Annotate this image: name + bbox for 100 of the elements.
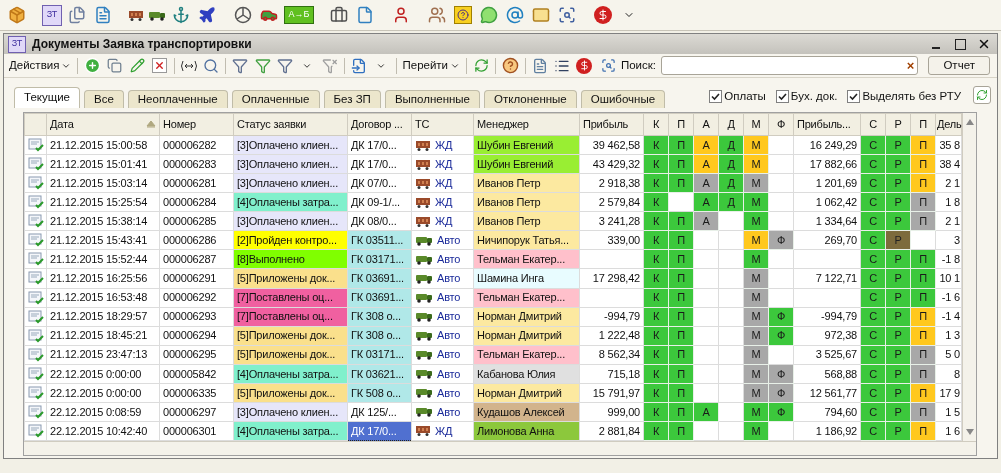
column-header[interactable]: П (668, 113, 694, 136)
column-header[interactable]: Статус заявки (233, 113, 348, 136)
table-cell: 1 062,42 (793, 192, 861, 212)
column-header[interactable]: Ф (768, 113, 794, 136)
table-cell: 1 5 (935, 402, 962, 422)
report-button[interactable]: Отчет (928, 56, 990, 75)
tab[interactable]: Выполненные (384, 90, 481, 108)
table-cell: 339,00 (579, 230, 644, 250)
transport-label: ЖД (435, 175, 453, 191)
help-icon[interactable] (452, 4, 474, 26)
horizontal-scrollbar[interactable] (24, 441, 976, 455)
checkbox[interactable] (847, 89, 861, 103)
table-cell: 3 525,67 (793, 345, 861, 365)
truck-icon (148, 9, 166, 21)
railcar-icon (128, 9, 144, 21)
table-cell: 21.12.2015 16:53:48 (46, 288, 160, 308)
scroll-down-icon[interactable] (965, 429, 974, 435)
column-header[interactable]: Д (718, 113, 744, 136)
document-check-icon (28, 271, 44, 286)
clear-search-button[interactable]: × (906, 59, 915, 72)
railcar-icon (415, 139, 431, 151)
search-field[interactable]: × (660, 56, 919, 75)
scroll-up-icon[interactable] (965, 119, 974, 125)
checkbox[interactable] (775, 89, 789, 103)
column-header[interactable]: П (910, 113, 936, 136)
search-label: Поиск: (620, 57, 656, 73)
transport-label: Авто (437, 385, 461, 401)
column-header[interactable]: Прибыль... (793, 113, 861, 136)
table-cell: 2 1 (935, 173, 962, 193)
transport-label: Авто (437, 290, 461, 306)
document-check-icon (28, 157, 44, 172)
document-check-icon (28, 366, 44, 381)
document-icon[interactable]: ЗТ (42, 4, 62, 26)
document-check-icon (28, 233, 44, 248)
column-header[interactable]: К (643, 113, 669, 136)
tab[interactable]: Без ЗП (323, 90, 381, 108)
table-cell: 269,70 (793, 230, 861, 250)
document-check-icon (28, 423, 44, 438)
table-cell: 000006291 (159, 268, 234, 288)
tab[interactable]: Ошибочные (580, 90, 666, 108)
transport-label: Авто (437, 309, 461, 325)
column-header[interactable]: Дата (46, 113, 160, 136)
goto-menu[interactable]: Перейти (400, 56, 463, 75)
table-cell: 1 6 (935, 421, 962, 441)
table-cell: 568,88 (793, 364, 861, 384)
document-check-icon (28, 290, 44, 305)
column-header[interactable]: Р (885, 113, 911, 136)
refresh-icon[interactable] (971, 83, 993, 106)
table-cell: 2 579,84 (579, 192, 644, 212)
tab[interactable]: Неоплаченные (127, 90, 228, 108)
checkbox-label: Выделять без РТУ (862, 88, 961, 104)
checkbox[interactable] (709, 89, 723, 103)
table-cell: 21.12.2015 15:52:44 (46, 249, 160, 269)
column-header[interactable]: Прибыль (579, 113, 644, 136)
railcar-icon (415, 177, 431, 189)
column-header[interactable]: Договор ... (347, 113, 412, 136)
column-header[interactable]: С (860, 113, 886, 136)
table-cell: 21.12.2015 15:25:54 (46, 192, 160, 212)
truck-icon (415, 406, 433, 418)
table-cell: 15 791,97 (579, 383, 644, 403)
email-icon[interactable] (504, 4, 526, 26)
column-header[interactable]: А (693, 113, 719, 136)
table-cell: 1 186,92 (793, 421, 861, 441)
column-header[interactable]: Дель (935, 113, 962, 136)
table-cell: -1 8 (935, 249, 962, 269)
column-header[interactable]: ТС (411, 113, 474, 136)
actions-menu[interactable]: Действия (7, 56, 74, 75)
truck-icon (415, 387, 433, 399)
truck-icon (415, 272, 433, 284)
column-header[interactable]: Менеджер (473, 113, 580, 136)
transport-label: Авто (437, 252, 461, 268)
dollar-icon[interactable] (592, 4, 614, 26)
tab[interactable]: Текущие (14, 87, 80, 108)
transport-label: Авто (437, 347, 461, 363)
table-cell: 715,18 (579, 364, 644, 384)
table-cell: 1 201,69 (793, 173, 861, 193)
column-header[interactable]: М (743, 113, 769, 136)
document-check-icon (28, 347, 44, 362)
chat-icon[interactable] (478, 4, 500, 26)
table-cell: -1 4 (935, 307, 962, 327)
table-cell: 7 122,71 (793, 268, 861, 288)
table-cell: 35 8 (935, 135, 962, 155)
table-cell: 000006292 (159, 288, 234, 308)
table-cell: 1 334,64 (793, 211, 861, 231)
tab[interactable]: Оплаченные (231, 90, 320, 108)
table-cell: 21.12.2015 16:25:56 (46, 268, 160, 288)
truck-icon (415, 234, 433, 246)
table-cell: -994,79 (579, 307, 644, 327)
table-cell: 43 429,32 (579, 154, 644, 174)
column-header[interactable]: Номер (159, 113, 234, 136)
tab[interactable]: Все (83, 90, 124, 108)
table-cell: 3 241,28 (579, 211, 644, 231)
checkbox-label: Бух. док. (790, 88, 838, 104)
tab[interactable]: Отклоненные (484, 90, 577, 108)
transport-label: Авто (437, 366, 461, 382)
vertical-scrollbar[interactable] (962, 113, 976, 441)
truck-icon (415, 292, 433, 304)
railcar-icon (415, 196, 431, 208)
transport-label: Авто (437, 328, 461, 344)
truck-icon (415, 311, 433, 323)
